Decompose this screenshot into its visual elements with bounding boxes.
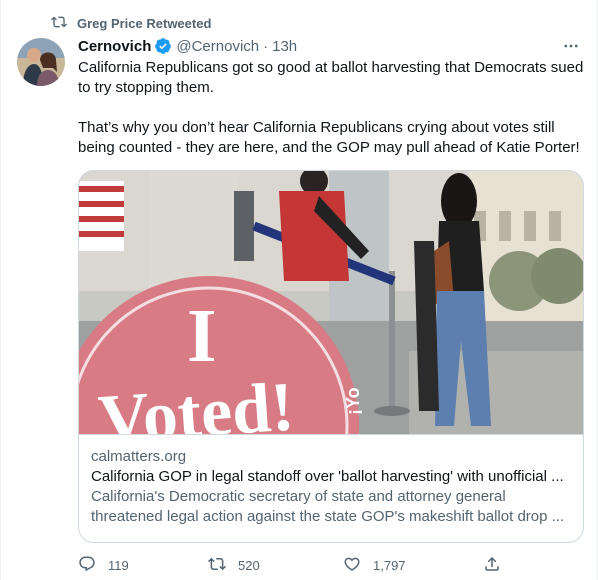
tweet-header: Cernovich @Cernovich · 13h [78,36,581,56]
retweet-context[interactable]: Greg Price Retweeted [51,14,211,32]
author-handle[interactable]: @Cernovich [176,38,259,55]
retweet-count: 520 [238,557,260,573]
retweet-action-icon [208,555,226,576]
card-description: California's Democratic secretary of sta… [91,488,565,525]
card-meta[interactable]: calmatters.org California GOP in legal s… [79,434,583,542]
tweet-timestamp[interactable]: 13h [272,38,297,55]
card-domain: calmatters.org [91,448,187,465]
retweet-label: Greg Price Retweeted [77,15,212,31]
tweet-paragraph-2: That’s why you don’t hear California Rep… [78,119,580,156]
sign-text-i: I [187,294,217,378]
card-title: California GOP in legal standoff over 'b… [91,468,564,485]
retweet-button[interactable]: 520 [208,555,260,576]
separator-dot: · [263,37,269,55]
tweet-text: California Republicans got so good at ba… [78,58,586,178]
author-name[interactable]: Cernovich [78,38,151,55]
sign-text-yo: ¡Yo [343,387,363,415]
reply-icon [78,555,96,576]
link-card[interactable]: I Voted! ¡Yo calmatters.org California G… [78,170,584,543]
heart-icon [343,555,361,576]
retweet-icon [51,14,67,33]
more-options-icon[interactable] [561,36,581,56]
tweet-paragraph-1: California Republicans got so good at ba… [78,59,584,96]
like-button[interactable]: 1,797 [343,555,406,576]
avatar[interactable] [17,38,65,86]
reply-button[interactable]: 119 [78,555,129,576]
tweet[interactable]: Greg Price Retweeted Cernovich @Cernovic… [0,0,598,580]
like-count: 1,797 [373,557,406,573]
share-icon [483,555,501,576]
card-image[interactable]: I Voted! ¡Yo [79,171,583,542]
reply-count: 119 [108,557,129,573]
tweet-actions: 119 520 1,797 [78,554,578,576]
verified-badge-icon [154,37,172,55]
share-button[interactable] [483,555,501,576]
